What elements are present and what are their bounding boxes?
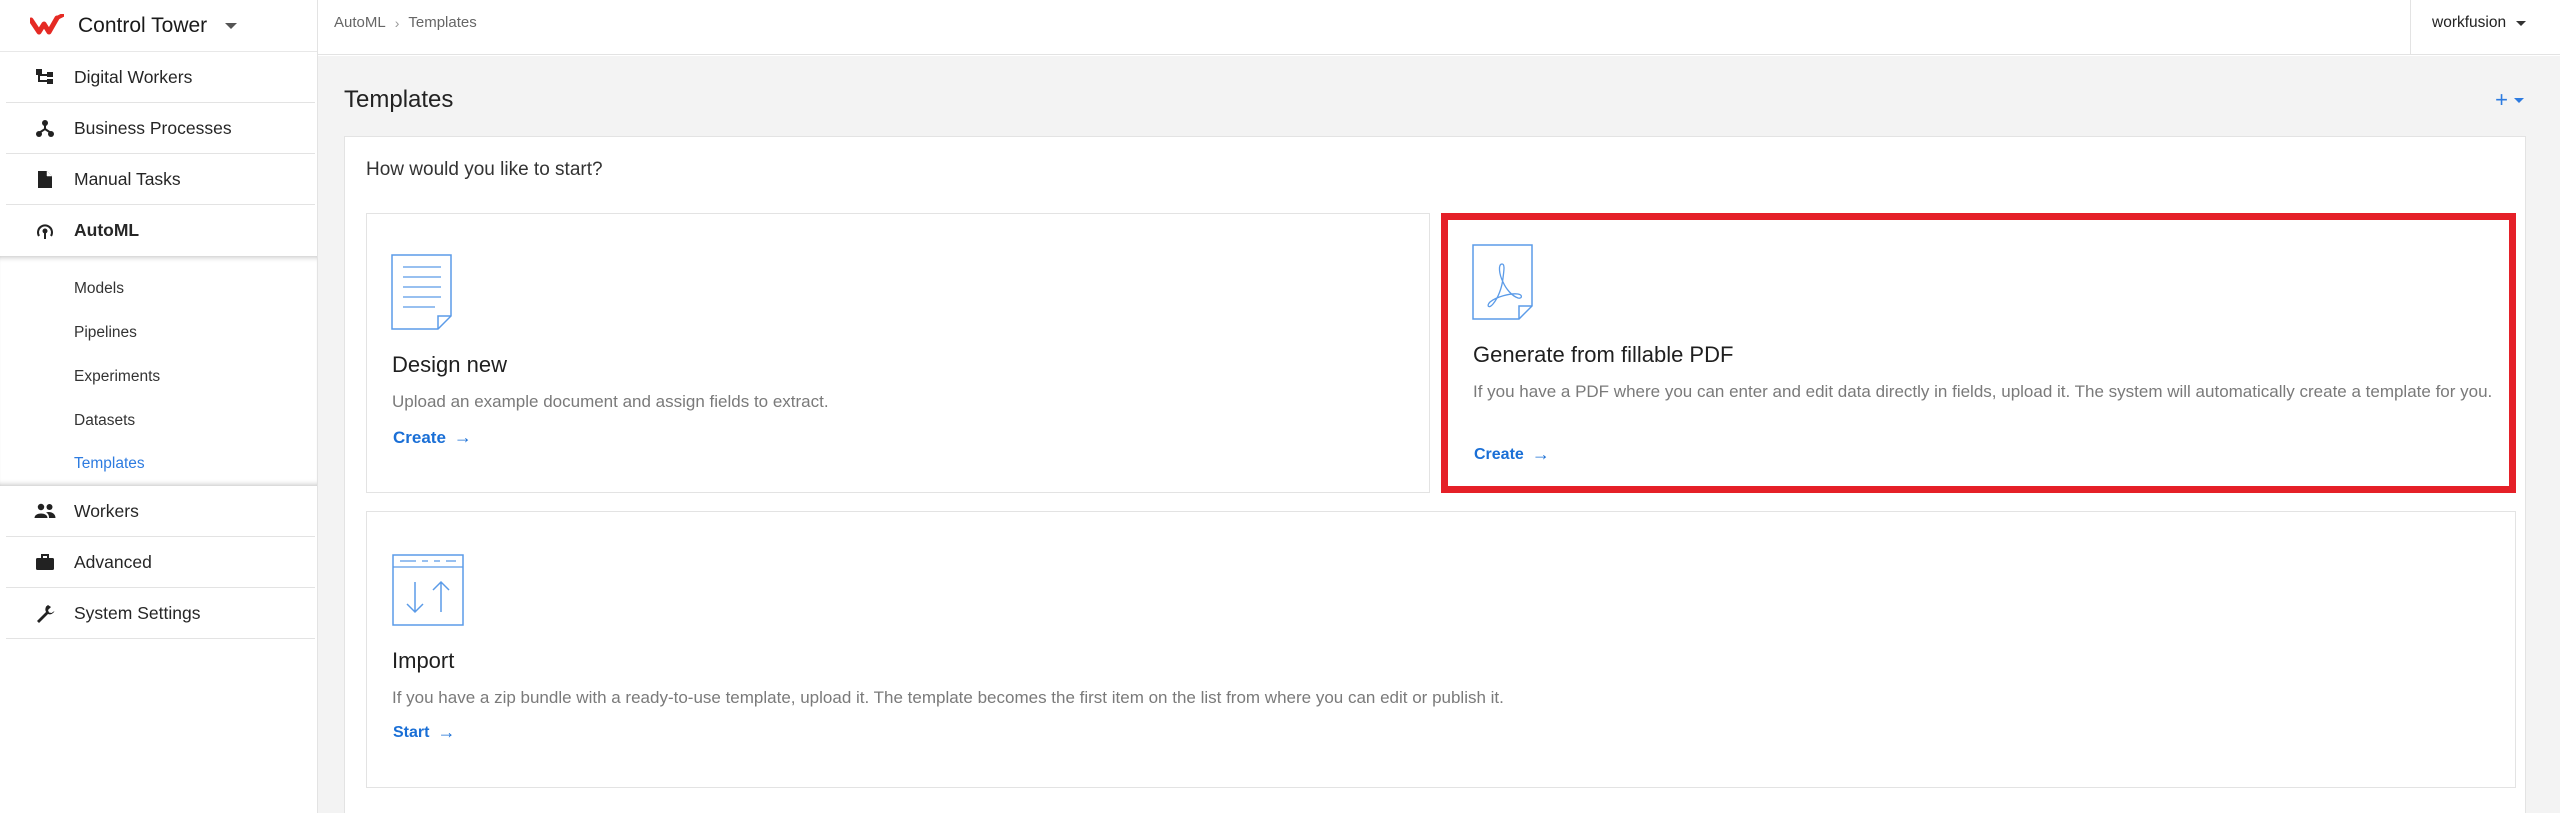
generate-pdf-create-link[interactable]: Create → [1474, 444, 1550, 465]
wrench-icon [34, 602, 56, 624]
document-icon [34, 168, 56, 190]
link-label: Start [393, 723, 430, 741]
sidebar-item-label: Workers [74, 500, 139, 521]
user-menu[interactable]: workfusion [2410, 0, 2560, 55]
start-options-panel: How would you like to start? Design new … [344, 136, 2526, 813]
sidebar-item-business-processes[interactable]: Business Processes [6, 103, 315, 154]
sidebar-item-automl[interactable]: AutoML [6, 205, 315, 256]
submenu-item-experiments[interactable]: Experiments [74, 368, 160, 386]
plus-icon: + [2495, 87, 2508, 112]
sidebar-item-manual-tasks[interactable]: Manual Tasks [6, 154, 315, 205]
sidebar-item-label: AutoML [74, 220, 140, 240]
app-switcher[interactable]: Control Tower [0, 0, 317, 52]
submenu-item-models[interactable]: Models [74, 280, 124, 298]
breadcrumb-item-templates: Templates [408, 14, 477, 31]
sidebar-item-label: Business Processes [74, 117, 232, 138]
workfusion-logo-icon [30, 13, 64, 34]
arrow-right-icon: → [453, 427, 472, 447]
user-name: workfusion [2432, 14, 2507, 31]
sidebar-item-digital-workers[interactable]: Digital Workers [6, 52, 315, 103]
card-title: Import [392, 648, 455, 673]
submenu-item-templates[interactable]: Templates [74, 455, 145, 473]
breadcrumb-item-automl[interactable]: AutoML [334, 14, 386, 31]
sidebar-item-label: Advanced [74, 551, 152, 572]
submenu-item-pipelines[interactable]: Pipelines [74, 324, 137, 342]
sidebar-item-label: Manual Tasks [74, 168, 181, 189]
generate-from-pdf-card[interactable]: Generate from fillable PDF If you have a… [1441, 213, 2516, 493]
topbar: AutoML › Templates workfusion [318, 0, 2560, 55]
card-title: Generate from fillable PDF [1473, 342, 1734, 367]
chevron-right-icon: › [394, 14, 400, 31]
card-description: Upload an example document and assign fi… [392, 392, 829, 411]
chevron-down-icon [2514, 97, 2524, 103]
sidebar-item-label: Digital Workers [74, 66, 193, 87]
briefcase-icon [34, 551, 56, 573]
start-question: How would you like to start? [366, 159, 603, 180]
chevron-down-icon [225, 22, 238, 29]
automl-submenu: Models Pipelines Experiments Datasets Te… [0, 256, 317, 486]
document-template-icon [391, 254, 452, 330]
sidebar-item-label: System Settings [74, 602, 201, 623]
sidebar: Control Tower Digital Workers Business P… [0, 0, 318, 813]
hierarchy-icon [34, 66, 56, 88]
card-title: Design new [392, 352, 507, 377]
app-title: Control Tower [78, 13, 208, 37]
pdf-file-icon [1472, 244, 1533, 320]
card-description: If you have a zip bundle with a ready-to… [392, 688, 1504, 707]
breadcrumb: AutoML › Templates [334, 14, 477, 31]
arrow-right-icon: → [1531, 444, 1550, 464]
sidebar-item-system-settings[interactable]: System Settings [6, 588, 315, 639]
import-upload-icon [392, 554, 464, 626]
sidebar-item-workers[interactable]: Workers [6, 486, 315, 537]
import-card[interactable]: Import If you have a zip bundle with a r… [366, 511, 2516, 788]
submenu-item-datasets[interactable]: Datasets [74, 412, 135, 430]
import-start-link[interactable]: Start → [393, 722, 455, 743]
process-tree-icon [34, 117, 56, 139]
arrow-right-icon: → [437, 722, 456, 742]
add-template-button[interactable]: + [2495, 87, 2524, 113]
link-label: Create [393, 427, 446, 447]
sidebar-item-advanced[interactable]: Advanced [6, 537, 315, 588]
people-icon [34, 500, 56, 522]
main-content: Templates + How would you like to start?… [318, 56, 2560, 813]
design-new-card[interactable]: Design new Upload an example document an… [366, 213, 1430, 493]
design-new-create-link[interactable]: Create → [393, 427, 472, 448]
automl-icon [34, 220, 56, 242]
chevron-down-icon [2516, 21, 2527, 26]
link-label: Create [1474, 445, 1524, 463]
page-title: Templates [344, 86, 454, 113]
card-description: If you have a PDF where you can enter an… [1473, 382, 2493, 401]
